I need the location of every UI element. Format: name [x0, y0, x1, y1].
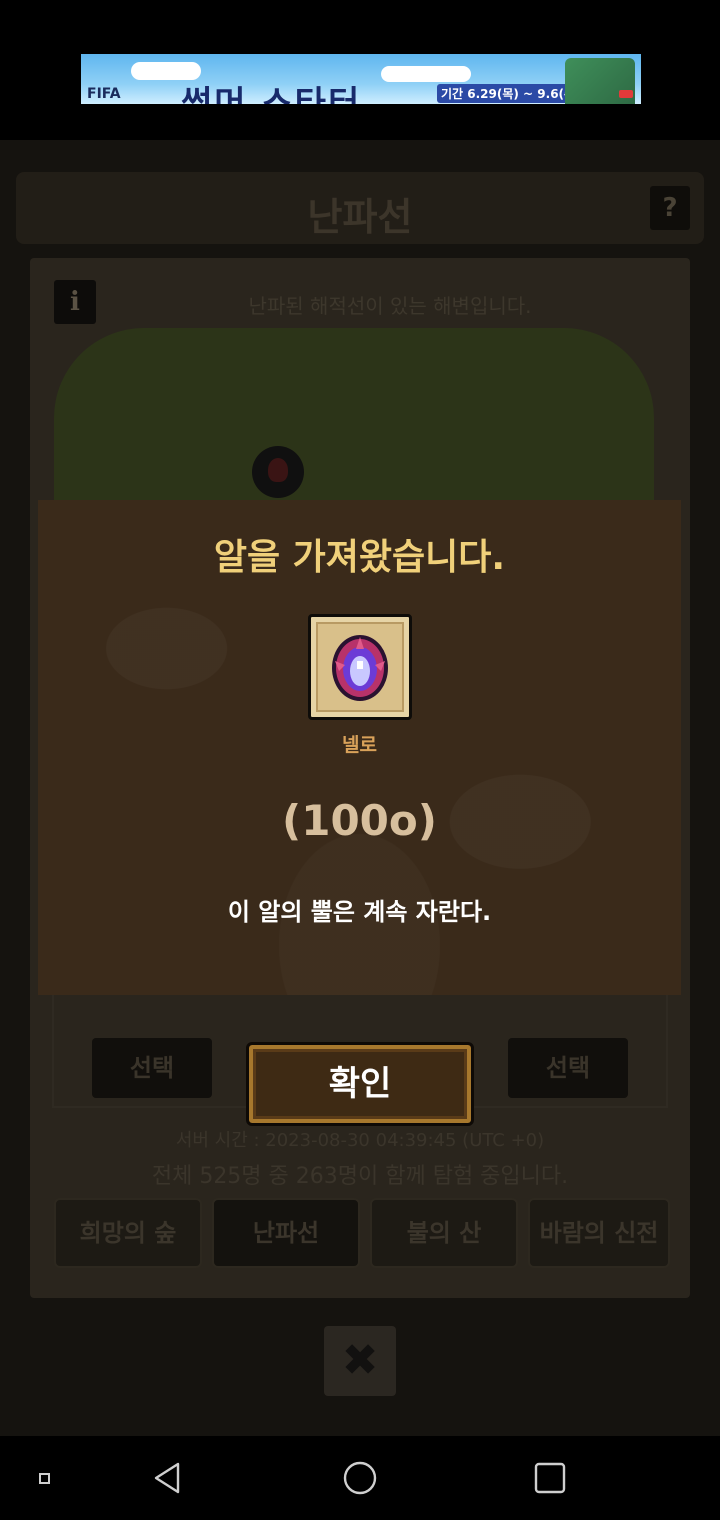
select-button-right[interactable]: 선택 [508, 1038, 628, 1098]
egg-item-frame [308, 614, 412, 720]
close-button[interactable]: ✖ [324, 1326, 396, 1396]
info-icon: i [70, 287, 80, 317]
location-description: 난파된 해적선이 있는 해변입니다. [248, 294, 532, 318]
ad-character-image [565, 58, 635, 104]
select-button-left[interactable]: 선택 [92, 1038, 212, 1098]
tab-hope-forest[interactable]: 희망의 숲 [54, 1198, 202, 1268]
ad-brand: FIFA [87, 86, 121, 102]
nav-back-icon[interactable] [148, 1458, 188, 1498]
tab-shipwreck[interactable]: 난파선 [212, 1198, 360, 1268]
nav-home-icon[interactable] [340, 1458, 380, 1498]
egg-icon [332, 635, 388, 701]
game-header: 난파선 ? [16, 172, 704, 244]
egg-value: (100o) [282, 796, 437, 845]
server-time: 서버 시간 : 2023-08-30 04:39:45 (UTC +0) [175, 1130, 545, 1151]
nav-menu-icon[interactable] [24, 1458, 64, 1498]
location-pin-icon[interactable] [252, 446, 304, 498]
close-icon: ✖ [341, 1335, 379, 1386]
egg-description: 이 알의 뿔은 계속 자란다. [227, 898, 492, 926]
tab-fire-mountain[interactable]: 불의 산 [370, 1198, 518, 1268]
tab-wind-temple[interactable]: 바람의 신전 [528, 1198, 670, 1268]
top-bar: FIFA 썸머 스타터 기간 6.29(목) ~ 9.6(수) [0, 0, 720, 140]
ad-cloud-decoration [381, 66, 471, 82]
explorer-count: 전체 525명 중 263명이 함께 탐험 중입니다. [151, 1164, 569, 1189]
help-icon: ? [662, 193, 678, 223]
ad-banner[interactable]: FIFA 썸머 스타터 기간 6.29(목) ~ 9.6(수) [81, 54, 641, 104]
ad-title: 썸머 스타터 [181, 84, 362, 104]
egg-name: 넬로 [342, 734, 377, 756]
info-button[interactable]: i [54, 280, 96, 324]
confirm-button[interactable]: 확인 [246, 1042, 474, 1126]
help-button[interactable]: ? [650, 186, 690, 230]
nav-recents-icon[interactable] [530, 1458, 570, 1498]
island-map-image [54, 328, 654, 508]
egg-result-dialog: 알을 가져왔습니다. 넬로 (100o) 이 알의 뿔은 계속 자란다. [38, 500, 681, 995]
system-nav-bar [0, 1436, 720, 1520]
dialog-title: 알을 가져왔습니다. [213, 537, 506, 578]
page-title: 난파선 [307, 195, 413, 239]
ad-period: 기간 6.29(목) ~ 9.6(수) [437, 84, 585, 103]
